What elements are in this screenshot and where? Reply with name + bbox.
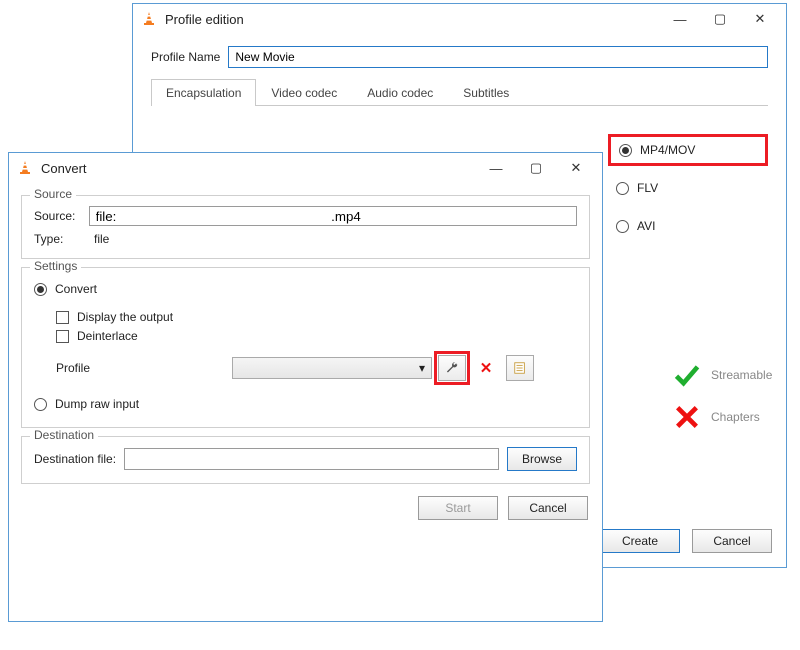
destination-group: Destination Destination file: Browse <box>21 436 590 484</box>
type-label: Type: <box>34 232 86 246</box>
tabs: Encapsulation Video codec Audio codec Su… <box>151 78 768 106</box>
checkbox-icon <box>56 311 69 324</box>
source-label: Source: <box>34 209 81 223</box>
minimize-button[interactable]: — <box>660 5 700 33</box>
radio-label: Convert <box>55 282 97 296</box>
start-button[interactable]: Start <box>418 496 498 520</box>
profile-name-input[interactable] <box>228 46 768 68</box>
window-title: Profile edition <box>165 12 660 27</box>
cancel-button[interactable]: Cancel <box>692 529 772 553</box>
close-button[interactable]: ✕ <box>740 5 780 33</box>
profile-name-label: Profile Name <box>151 50 220 64</box>
profile-combobox[interactable]: ▾ <box>232 357 432 379</box>
source-group: Source Source: Type: file <box>21 195 590 259</box>
checkbox-icon <box>56 330 69 343</box>
delete-profile-button[interactable]: ✕ <box>472 355 500 381</box>
tab-encapsulation[interactable]: Encapsulation <box>151 79 256 106</box>
minimize-button[interactable]: — <box>476 154 516 182</box>
radio-icon <box>34 398 47 411</box>
checkbox-deinterlace[interactable]: Deinterlace <box>56 329 577 343</box>
radio-icon <box>616 182 629 195</box>
new-profile-icon <box>513 361 527 375</box>
destination-input[interactable] <box>124 448 499 470</box>
radio-label: FLV <box>637 181 658 195</box>
vlc-cone-icon <box>17 160 33 176</box>
create-button[interactable]: Create <box>600 529 680 553</box>
checkbox-label: Display the output <box>77 310 173 324</box>
radio-convert[interactable]: Convert <box>34 282 577 296</box>
radio-label: AVI <box>637 219 655 233</box>
maximize-icon: ▢ <box>530 160 542 176</box>
profile-label: Profile <box>56 361 226 375</box>
source-input[interactable] <box>89 206 577 226</box>
checkbox-display-output[interactable]: Display the output <box>56 310 577 324</box>
features-list: Streamable Chapters <box>673 354 772 438</box>
group-title: Destination <box>30 428 98 442</box>
type-value: file <box>94 232 109 246</box>
feature-label: Streamable <box>711 368 772 382</box>
tab-subtitles[interactable]: Subtitles <box>448 79 524 106</box>
close-icon: ✕ <box>755 11 766 27</box>
vlc-cone-icon <box>141 11 157 27</box>
browse-button[interactable]: Browse <box>507 447 577 471</box>
cancel-button[interactable]: Cancel <box>508 496 588 520</box>
check-icon <box>673 361 701 389</box>
feature-label: Chapters <box>711 410 760 424</box>
radio-icon <box>616 220 629 233</box>
convert-window: Convert — ▢ ✕ Source Source: Type: file … <box>8 152 603 622</box>
radio-dump-raw[interactable]: Dump raw input <box>34 397 577 411</box>
maximize-icon: ▢ <box>714 11 726 27</box>
x-icon <box>673 403 701 431</box>
window-title: Convert <box>41 161 476 176</box>
tab-video-codec[interactable]: Video codec <box>256 79 352 106</box>
checkbox-label: Deinterlace <box>77 329 138 343</box>
radio-flv[interactable]: FLV <box>608 172 768 204</box>
feature-chapters: Chapters <box>673 396 772 438</box>
tab-audio-codec[interactable]: Audio codec <box>352 79 448 106</box>
delete-icon: ✕ <box>480 359 493 377</box>
radio-mp4mov[interactable]: MP4/MOV <box>608 134 768 166</box>
settings-group: Settings Convert Display the output Dein… <box>21 267 590 428</box>
dropdown-arrow-icon: ▾ <box>419 361 425 375</box>
wrench-icon <box>445 361 459 375</box>
radio-label: Dump raw input <box>55 397 139 411</box>
destination-label: Destination file: <box>34 452 116 466</box>
radio-icon <box>34 283 47 296</box>
group-title: Source <box>30 187 76 201</box>
close-button[interactable]: ✕ <box>556 154 596 182</box>
radio-label: MP4/MOV <box>640 143 695 157</box>
minimize-icon: — <box>674 12 687 27</box>
titlebar[interactable]: Profile edition — ▢ ✕ <box>133 4 786 34</box>
group-title: Settings <box>30 259 81 273</box>
radio-icon <box>619 144 632 157</box>
minimize-icon: — <box>490 161 503 176</box>
edit-profile-button[interactable] <box>438 355 466 381</box>
maximize-button[interactable]: ▢ <box>700 5 740 33</box>
radio-avi[interactable]: AVI <box>608 210 768 242</box>
encapsulation-radio-column: MP4/MOV FLV AVI <box>608 134 768 242</box>
new-profile-button[interactable] <box>506 355 534 381</box>
titlebar[interactable]: Convert — ▢ ✕ <box>9 153 602 183</box>
feature-streamable: Streamable <box>673 354 772 396</box>
maximize-button[interactable]: ▢ <box>516 154 556 182</box>
close-icon: ✕ <box>571 160 582 176</box>
